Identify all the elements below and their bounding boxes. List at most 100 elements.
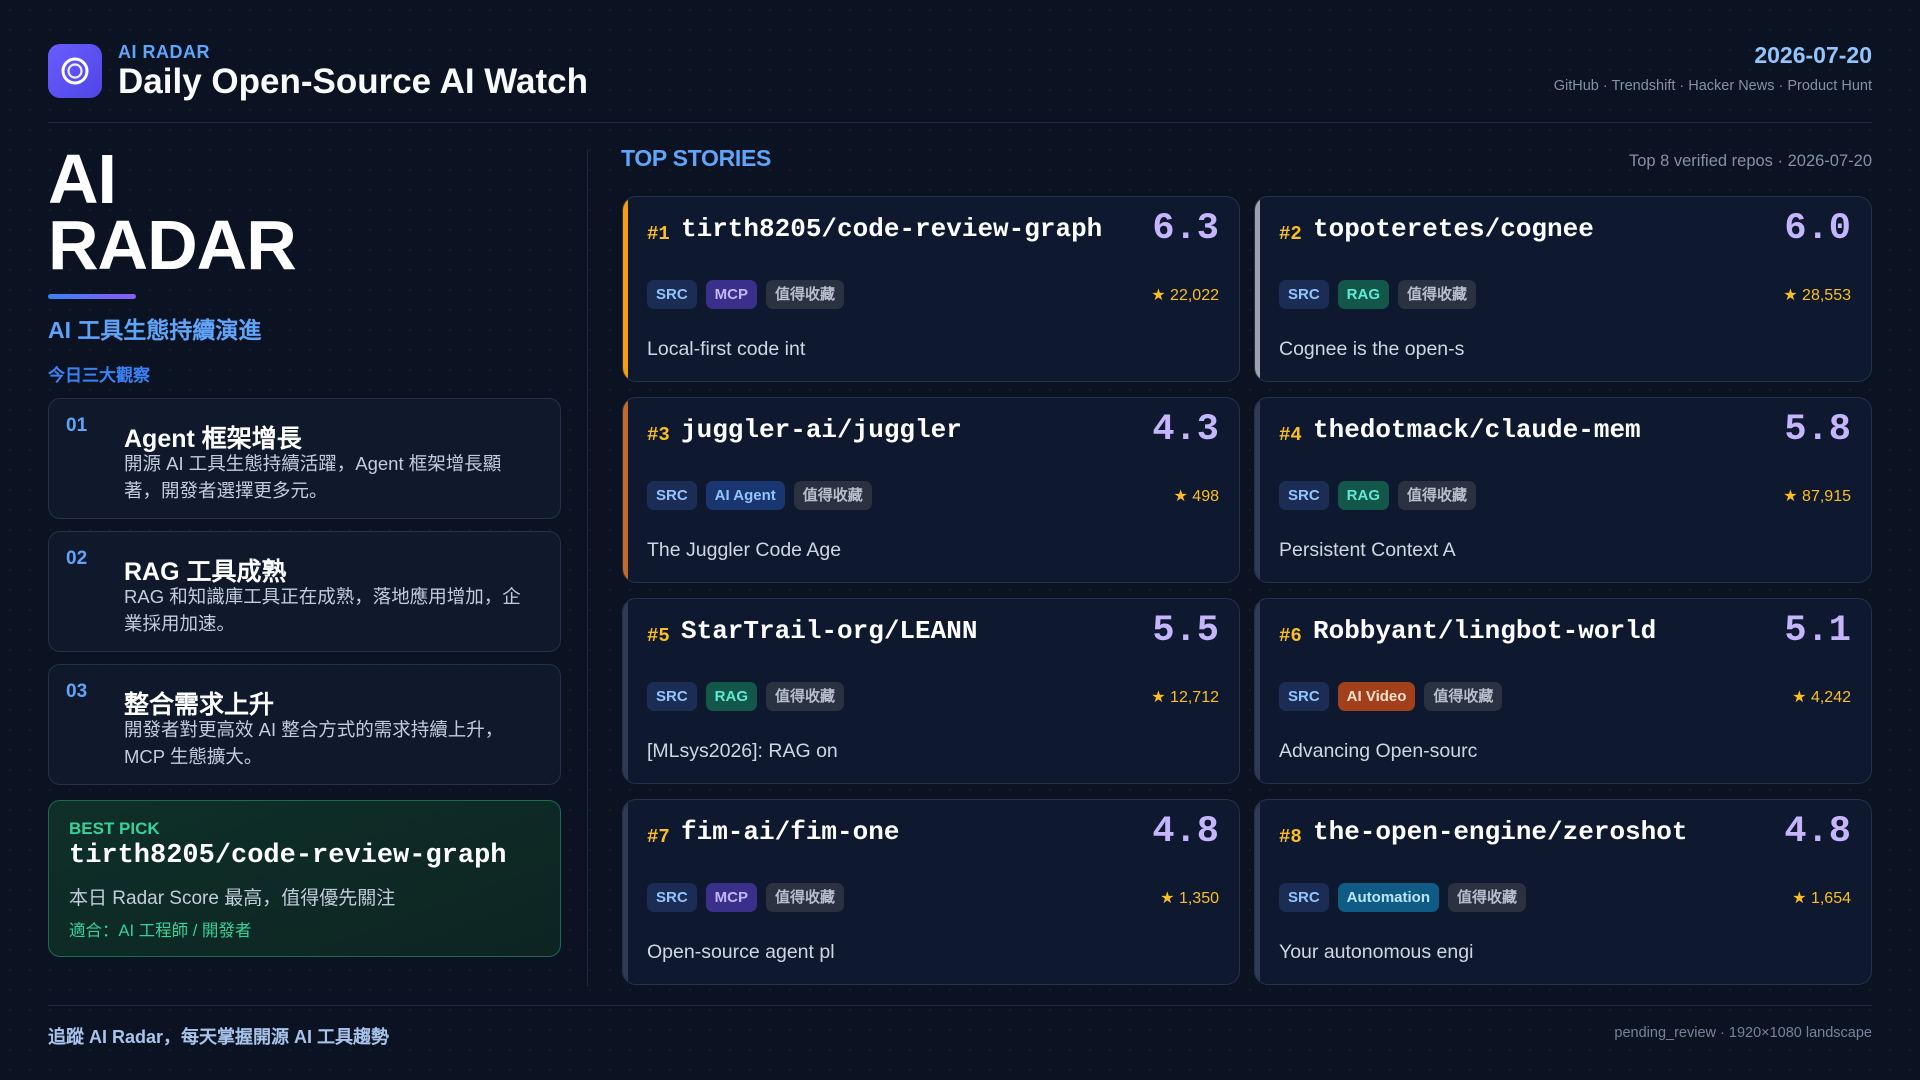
tag-rag: RAG bbox=[1337, 280, 1390, 309]
tag-src: SRC bbox=[1279, 883, 1329, 912]
story-description: The Juggler Code Age bbox=[647, 539, 842, 561]
story-repo-name[interactable]: tirth8205/code-review-graph bbox=[681, 214, 1102, 244]
story-score: 6.0 bbox=[1784, 208, 1851, 250]
column-divider bbox=[587, 150, 588, 986]
insight-number: 01 bbox=[66, 415, 88, 436]
story-rank: #4 bbox=[1279, 424, 1302, 446]
story-card[interactable]: #6 Robbyant/lingbot-world 5.1 SRC AI Vide… bbox=[1254, 598, 1872, 784]
card-accent-bar bbox=[1255, 599, 1260, 783]
card-accent-bar bbox=[1255, 800, 1260, 984]
story-score: 4.3 bbox=[1152, 409, 1219, 451]
insight-number: 03 bbox=[66, 681, 88, 702]
top-stories-heading: TOP STORIES bbox=[621, 145, 772, 171]
footer-tagline: 追蹤 AI Radar，每天掌握開源 AI 工具趨勢 bbox=[48, 1027, 390, 1047]
story-repo-name[interactable]: Robbyant/lingbot-world bbox=[1313, 616, 1656, 646]
story-score: 5.1 bbox=[1784, 610, 1851, 652]
star-count: ★ 1,350 bbox=[1160, 890, 1219, 907]
story-score: 5.8 bbox=[1784, 409, 1851, 451]
header: AI RADAR Daily Open-Source AI Watch 2026… bbox=[48, 40, 1872, 124]
page-title: Daily Open-Source AI Watch bbox=[118, 62, 588, 101]
story-card[interactable]: #3 juggler-ai/juggler 4.3 SRC AI Agent 值得收… bbox=[622, 397, 1240, 583]
card-accent-bar bbox=[623, 800, 628, 984]
best-pick-label: BEST PICK bbox=[69, 819, 160, 838]
card-accent-bar bbox=[623, 398, 628, 582]
tag-auto: Automation bbox=[1337, 883, 1439, 912]
tag-fav: 值得收藏 bbox=[1398, 481, 1477, 510]
story-card[interactable]: #5 StarTrail-org/LEANN 5.5 SRC RAG 值得收藏 ★ … bbox=[622, 598, 1240, 784]
story-tags: SRC MCP 值得收藏 bbox=[647, 883, 845, 912]
insight-card: 03 整合需求上升 開發者對更高效 AI 整合方式的需求持續上升，MCP 生態擴… bbox=[48, 664, 561, 785]
tag-fav: 值得收藏 bbox=[793, 481, 872, 510]
tag-fav: 值得收藏 bbox=[766, 883, 845, 912]
tag-src: SRC bbox=[647, 481, 697, 510]
story-description: Advancing Open-sourc bbox=[1279, 740, 1478, 762]
story-score: 6.3 bbox=[1152, 208, 1219, 250]
tag-fav: 值得收藏 bbox=[1424, 682, 1503, 711]
card-accent-bar bbox=[623, 197, 628, 381]
tag-mcp: MCP bbox=[705, 280, 758, 309]
best-pick-repo[interactable]: tirth8205/code-review-graph bbox=[69, 841, 506, 871]
insight-card: 02 RAG 工具成熟 RAG 和知識庫工具正在成熟，落地應用增加，企業採用加速… bbox=[48, 531, 561, 652]
star-count: ★ 498 bbox=[1173, 488, 1219, 505]
story-repo-name[interactable]: the-open-engine/zeroshot bbox=[1313, 817, 1687, 847]
story-repo-name[interactable]: StarTrail-org/LEANN bbox=[681, 616, 977, 646]
story-repo-name[interactable]: thedotmack/claude-mem bbox=[1313, 415, 1641, 445]
insight-card: 01 Agent 框架增長 開源 AI 工具生態持續活躍，Agent 框架增長顯… bbox=[48, 398, 561, 519]
story-rank: #6 bbox=[1279, 625, 1302, 647]
story-score: 5.5 bbox=[1152, 610, 1219, 652]
insight-number: 02 bbox=[66, 548, 88, 569]
card-accent-bar bbox=[1255, 398, 1260, 582]
story-tags: SRC AI Agent 值得收藏 bbox=[647, 481, 872, 510]
best-pick-card[interactable]: BEST PICK tirth8205/code-review-graph 本日… bbox=[48, 800, 561, 957]
card-accent-bar bbox=[623, 599, 628, 783]
star-count: ★ 4,242 bbox=[1792, 689, 1851, 706]
story-tags: SRC RAG 值得收藏 bbox=[1279, 280, 1477, 309]
story-description: Cognee is the open-s bbox=[1279, 338, 1465, 360]
tag-src: SRC bbox=[1279, 481, 1329, 510]
story-tags: SRC AI Video 值得收藏 bbox=[1279, 682, 1503, 711]
star-count: ★ 28,553 bbox=[1783, 287, 1851, 304]
header-divider bbox=[48, 122, 1872, 123]
story-card[interactable]: #4 thedotmack/claude-mem 5.8 SRC RAG 值得收藏 … bbox=[1254, 397, 1872, 583]
story-tags: SRC RAG 值得收藏 bbox=[647, 682, 845, 711]
tag-fav: 值得收藏 bbox=[1398, 280, 1477, 309]
story-tags: SRC MCP 值得收藏 bbox=[647, 280, 845, 309]
tag-src: SRC bbox=[1279, 682, 1329, 711]
story-description: Your autonomous engi bbox=[1279, 941, 1474, 963]
story-card[interactable]: #7 fim-ai/fim-one 4.8 SRC MCP 值得收藏 ★ 1,350… bbox=[622, 799, 1240, 985]
tag-fav: 值得收藏 bbox=[766, 682, 845, 711]
story-tags: SRC Automation 值得收藏 bbox=[1279, 883, 1527, 912]
radar-logo-icon bbox=[48, 44, 102, 98]
story-score: 4.8 bbox=[1152, 811, 1219, 853]
story-card[interactable]: #8 the-open-engine/zeroshot 4.8 SRC Autom… bbox=[1254, 799, 1872, 985]
story-repo-name[interactable]: topoteretes/cognee bbox=[1313, 214, 1594, 244]
story-repo-name[interactable]: juggler-ai/juggler bbox=[681, 415, 962, 445]
star-count: ★ 87,915 bbox=[1783, 488, 1851, 505]
insight-description: 開源 AI 工具生態持續活躍，Agent 框架增長顯著，開發者選擇更多元。 bbox=[124, 453, 502, 501]
story-rank: #3 bbox=[647, 424, 670, 446]
story-description: Persistent Context A bbox=[1279, 539, 1456, 561]
best-pick-description: 本日 Radar Score 最高，值得優先關注 bbox=[69, 888, 396, 909]
insight-description: 開發者對更高效 AI 整合方式的需求持續上升，MCP 生態擴大。 bbox=[124, 719, 504, 767]
tag-src: SRC bbox=[647, 280, 697, 309]
tag-video: AI Video bbox=[1337, 682, 1416, 711]
story-rank: #8 bbox=[1279, 826, 1302, 848]
story-card[interactable]: #1 tirth8205/code-review-graph 6.3 SRC MC… bbox=[622, 196, 1240, 382]
story-card[interactable]: #2 topoteretes/cognee 6.0 SRC RAG 值得收藏 ★ 2… bbox=[1254, 196, 1872, 382]
brand-label: AI RADAR bbox=[118, 42, 210, 62]
star-count: ★ 22,022 bbox=[1151, 287, 1219, 304]
stories-grid: #1 tirth8205/code-review-graph 6.3 SRC MC… bbox=[622, 196, 1872, 986]
story-rank: #1 bbox=[647, 223, 670, 245]
hero-line-2: RADAR bbox=[48, 206, 297, 284]
tag-rag: RAG bbox=[1337, 481, 1390, 510]
insights-heading: 今日三大觀察 bbox=[48, 366, 150, 385]
tag-src: SRC bbox=[1279, 280, 1329, 309]
star-count: ★ 12,712 bbox=[1151, 689, 1219, 706]
story-rank: #5 bbox=[647, 625, 670, 647]
story-description: [MLsys2026]: RAG on bbox=[647, 740, 838, 762]
story-repo-name[interactable]: fim-ai/fim-one bbox=[681, 817, 899, 847]
tag-agent: AI Agent bbox=[705, 481, 785, 510]
story-score: 4.8 bbox=[1784, 811, 1851, 853]
story-description: Open-source agent pl bbox=[647, 941, 835, 963]
top-stories-meta: Top 8 verified repos · 2026-07-20 bbox=[1628, 152, 1872, 170]
